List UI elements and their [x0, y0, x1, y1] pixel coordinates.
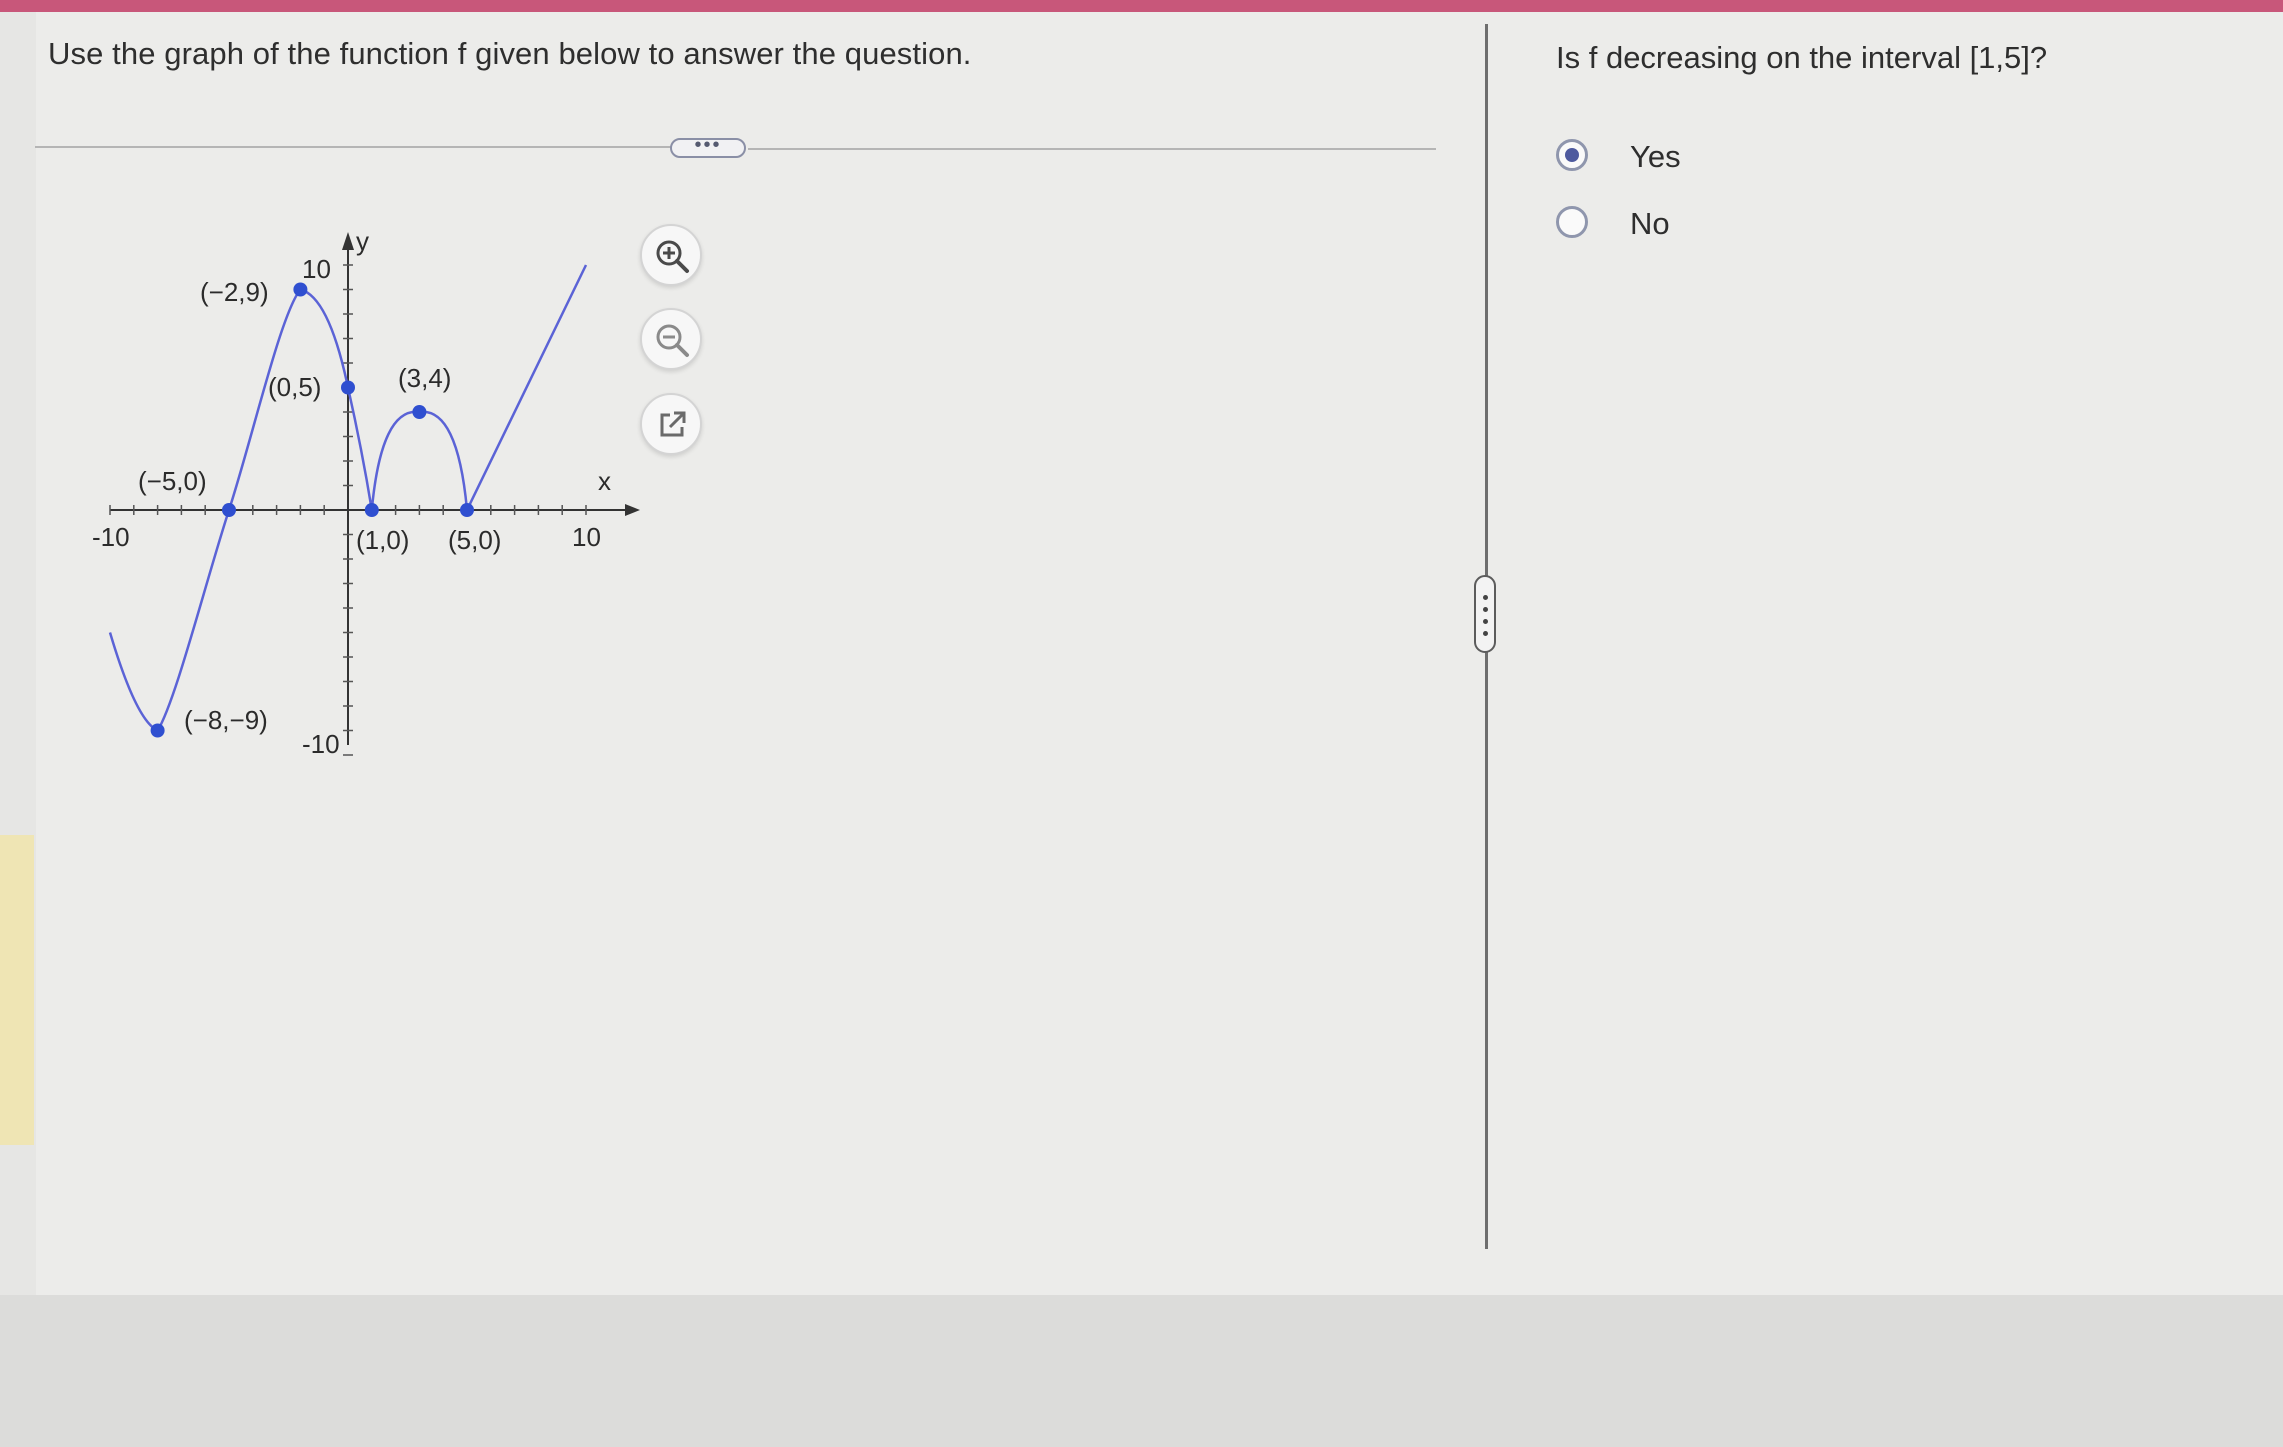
- x-tick-label-min: -10: [92, 522, 130, 552]
- open-external-button[interactable]: [640, 393, 702, 455]
- expand-handle[interactable]: •••: [670, 135, 746, 158]
- point-label-minus8-minus9: (−8,−9): [184, 705, 268, 735]
- external-link-icon: [660, 411, 686, 437]
- divider-line-left: [35, 146, 672, 148]
- graph-point: [364, 503, 379, 517]
- x-axis-arrow: [625, 504, 640, 516]
- point-label-0-5: (0,5): [268, 372, 321, 402]
- point-label-1-0: (1,0): [356, 525, 409, 555]
- side-tab[interactable]: [0, 835, 34, 1145]
- zoom-in-icon: [656, 240, 689, 273]
- radio-yes[interactable]: [1556, 139, 1588, 171]
- y-tick-label-max: 10: [302, 254, 331, 284]
- graph-point: [460, 503, 474, 517]
- choice-yes-label: Yes: [1630, 139, 1681, 174]
- graph-point: [341, 380, 355, 395]
- pane-resize-handle[interactable]: [1474, 575, 1496, 653]
- zoom-out-icon: [656, 324, 689, 357]
- zoom-in-button[interactable]: [640, 224, 702, 286]
- point-label-minus5-0: (−5,0): [138, 466, 207, 496]
- graph-point: [293, 282, 308, 297]
- function-graph: x y -10 10 10 -10 (−8,−9) (−5,0) (−2,9) …: [92, 226, 640, 759]
- question-prompt: Use the graph of the function f given be…: [48, 36, 972, 71]
- graph-point: [222, 503, 236, 517]
- graph-point: [412, 405, 427, 419]
- bottom-bar: [0, 1295, 2283, 1447]
- x-tick-label-max: 10: [572, 522, 601, 552]
- zoom-out-button[interactable]: [640, 308, 702, 370]
- graph-point: [150, 723, 165, 738]
- choice-no-label: No: [1630, 206, 1670, 241]
- sub-question: Is f decreasing on the interval [1,5]?: [1556, 40, 2048, 75]
- point-label-5-0: (5,0): [448, 525, 501, 555]
- top-accent-bar: [0, 0, 2283, 12]
- radio-no[interactable]: [1556, 206, 1588, 238]
- y-tick-label-min: -10: [302, 729, 340, 759]
- y-axis-label: y: [356, 226, 369, 256]
- x-axis-label: x: [598, 466, 611, 496]
- divider-line-right: [748, 148, 1436, 150]
- point-label-minus2-9: (−2,9): [200, 277, 269, 307]
- point-label-3-4: (3,4): [398, 363, 451, 393]
- y-axis-arrow: [342, 232, 354, 250]
